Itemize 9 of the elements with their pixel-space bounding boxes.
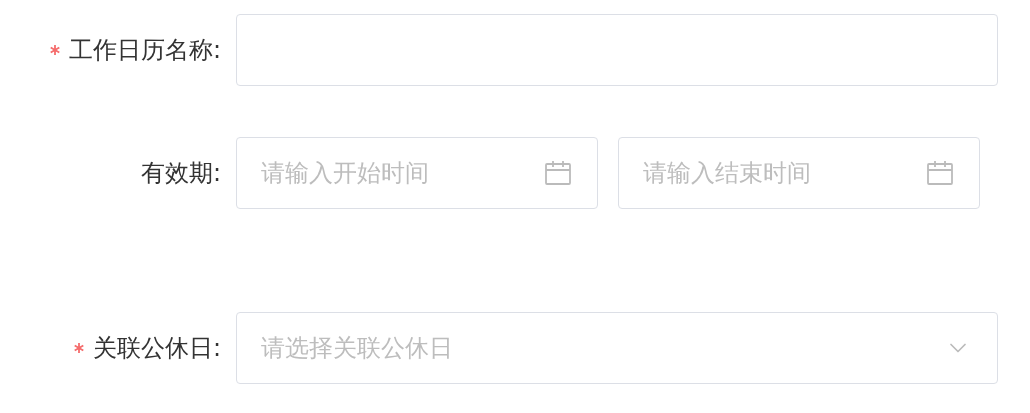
field-label: 关联公休日:: [92, 333, 221, 364]
field-label: 工作日历名称:: [68, 35, 221, 66]
field-label: 有效期:: [140, 158, 221, 189]
text-input[interactable]: [236, 14, 998, 86]
date-input[interactable]: 请输入结束时间: [618, 137, 980, 209]
date-input[interactable]: 请输入开始时间: [236, 137, 598, 209]
calendar-icon: [926, 159, 954, 187]
calendar-icon: [544, 159, 572, 187]
select-field[interactable]: 请选择关联公休日: [236, 312, 998, 384]
